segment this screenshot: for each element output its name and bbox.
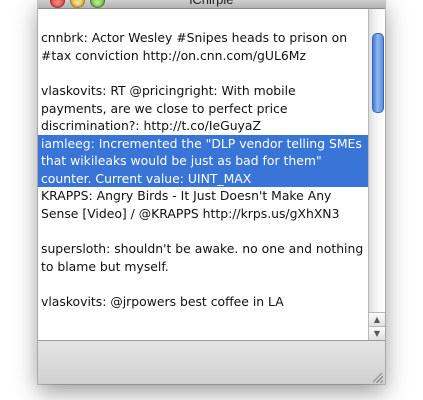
tweet-timeline[interactable]: cnnbrk: Actor Wesley #Snipes heads to pr… bbox=[38, 9, 368, 340]
tweet-item[interactable]: supersloth: shouldn't be awake. no one a… bbox=[38, 240, 368, 293]
app-window: iChirpie cnnbrk: Actor Wesley #Snipes he… bbox=[38, 0, 385, 384]
tweet-item-selected[interactable]: iamleeg: Incremented the "DLP vendor tel… bbox=[38, 134, 368, 187]
resize-grip-icon[interactable] bbox=[373, 373, 383, 383]
window-title: iChirpie bbox=[38, 0, 385, 7]
scroll-up-arrow-icon[interactable]: ▲ bbox=[369, 312, 385, 327]
scrollbar-thumb[interactable] bbox=[372, 33, 384, 113]
compose-area[interactable] bbox=[38, 340, 385, 384]
scroll-down-arrow-icon[interactable]: ▼ bbox=[369, 326, 385, 341]
tweet-item[interactable]: cnnbrk: Actor Wesley #Snipes heads to pr… bbox=[38, 9, 368, 82]
title-bar[interactable]: iChirpie bbox=[38, 0, 385, 9]
vertical-scrollbar[interactable]: ▲ ▼ bbox=[368, 9, 385, 341]
tweet-item[interactable]: vlaskovits: RT @pricingright: With mobil… bbox=[38, 82, 368, 135]
tweet-item[interactable]: vlaskovits: @jrpowers best coffee in LA bbox=[38, 293, 368, 311]
tweet-item[interactable]: KRAPPS: Angry Birds - It Just Doesn't Ma… bbox=[38, 187, 368, 240]
